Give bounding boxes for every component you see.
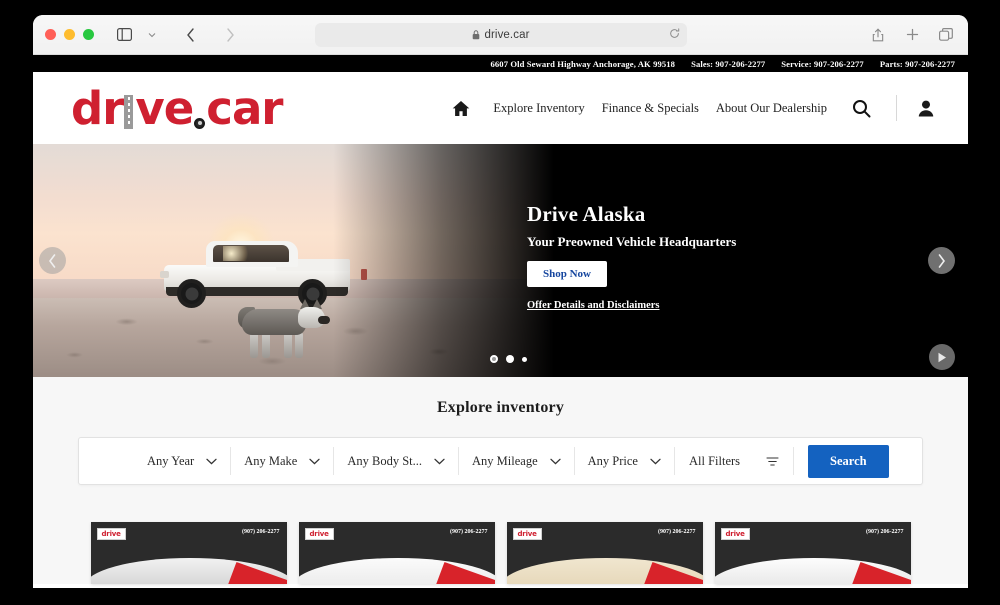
section-title: Explore inventory — [436, 399, 565, 416]
browser-window: drive.car 6607 Old Seward Highway Anchor… — [33, 15, 968, 588]
share-icon[interactable] — [866, 23, 890, 47]
hero-title: Drive Alaska — [527, 202, 646, 226]
lock-icon — [472, 29, 480, 40]
maximize-window-button[interactable] — [83, 29, 94, 40]
husky-dog — [238, 299, 330, 361]
hero-content: Drive Alaska Your Preowned Vehicle Headq… — [527, 202, 736, 311]
road-i-icon — [124, 94, 134, 129]
nav-item-about-dealership[interactable]: About Our Dealership — [716, 101, 827, 116]
close-window-button[interactable] — [45, 29, 56, 40]
main-navigation: Explore Inventory Finance & Specials Abo… — [452, 95, 934, 121]
search-icon[interactable] — [852, 99, 871, 118]
card-logo: drive — [720, 528, 750, 540]
logo-text-ve: ve — [135, 81, 194, 135]
chevron-left-icon — [49, 253, 56, 268]
dealer-info-bar: 6607 Old Seward Highway Anchorage, AK 99… — [33, 55, 968, 72]
hero-carousel: Drive Alaska Your Preowned Vehicle Headq… — [33, 144, 968, 377]
explore-inventory-section: Explore inventory Any Year Any Make Any … — [33, 377, 968, 506]
all-filters-button[interactable]: All Filters — [675, 447, 795, 475]
shop-now-button[interactable]: Shop Now — [527, 261, 607, 287]
card-phone: (907) 206-2277 — [242, 529, 280, 535]
filter-make[interactable]: Any Make — [231, 447, 335, 475]
reload-icon[interactable] — [669, 26, 680, 44]
chevron-down-icon — [650, 458, 661, 465]
chevron-down-icon — [206, 458, 217, 465]
navigation-controls — [112, 23, 242, 47]
sidebar-toggle-icon[interactable] — [112, 23, 136, 47]
filter-make-label: Any Make — [244, 453, 298, 468]
address-bar[interactable]: drive.car — [314, 22, 687, 47]
carousel-prev-button[interactable] — [39, 247, 66, 274]
service-phone[interactable]: Service: 907-206-2277 — [781, 59, 864, 69]
card-phone: (907) 206-2277 — [866, 529, 904, 535]
search-button[interactable]: Search — [808, 444, 889, 478]
carousel-dot-3[interactable] — [522, 356, 527, 362]
chevron-right-icon — [938, 253, 945, 268]
filter-year-label: Any Year — [147, 453, 195, 468]
nav-item-explore-inventory[interactable]: Explore Inventory — [493, 101, 584, 116]
filter-mileage[interactable]: Any Mileage — [459, 447, 575, 475]
chevron-down-icon — [309, 458, 321, 465]
toolbar-right-actions — [866, 23, 958, 47]
all-filters-label: All Filters — [688, 453, 741, 468]
chevron-down-icon — [434, 458, 445, 465]
card-logo: drive — [304, 528, 334, 540]
offer-disclaimer-link[interactable]: Offer Details and Disclaimers — [527, 300, 736, 311]
filter-mileage-label: Any Mileage — [472, 453, 538, 468]
filter-body-style[interactable]: Any Body St... — [334, 447, 460, 475]
sliders-icon — [766, 456, 779, 467]
browser-toolbar: drive.car — [33, 15, 968, 55]
vehicle-image: drive (907) 206-2277 — [714, 522, 911, 584]
vehicle-card-row: drive (907) 206-2277 drive (907) 206-227… — [33, 506, 968, 584]
parts-phone[interactable]: Parts: 907-206-2277 — [880, 59, 955, 69]
header-divider — [896, 95, 897, 121]
carousel-indicators — [490, 355, 527, 363]
chevron-down-icon — [549, 458, 561, 465]
site-header: dr ve car Explore Inventory Finance & Sp… — [33, 72, 968, 144]
filter-body-style-label: Any Body St... — [347, 453, 423, 468]
carousel-play-button[interactable] — [929, 344, 955, 370]
card-phone: (907) 206-2277 — [450, 529, 488, 535]
carousel-dot-1[interactable] — [490, 355, 498, 363]
screenshot-root: drive.car 6607 Old Seward Highway Anchor… — [0, 0, 1000, 605]
minimize-window-button[interactable] — [64, 29, 75, 40]
filter-price[interactable]: Any Price — [575, 447, 675, 475]
window-controls — [45, 29, 94, 40]
inventory-search-bar: Any Year Any Make Any Body St... Any Mil… — [78, 437, 923, 485]
hero-subtitle: Your Preowned Vehicle Headquarters — [527, 234, 737, 249]
filter-year[interactable]: Any Year — [79, 447, 232, 475]
person-icon[interactable] — [918, 100, 934, 117]
home-icon[interactable] — [452, 100, 470, 117]
logo-text-car: car — [206, 81, 283, 135]
card-phone: (907) 206-2277 — [658, 529, 696, 535]
vehicle-card[interactable]: drive (907) 206-2277 — [714, 522, 911, 584]
carousel-next-button[interactable] — [928, 247, 955, 274]
dealer-address: 6607 Old Seward Highway Anchorage, AK 99… — [490, 58, 676, 69]
nav-item-finance-specials[interactable]: Finance & Specials — [602, 101, 699, 116]
back-chevron-icon[interactable] — [178, 23, 202, 47]
sidebar-dropdown-icon[interactable] — [140, 23, 164, 47]
vehicle-card[interactable]: drive (907) 206-2277 — [506, 522, 703, 584]
vehicle-card[interactable]: drive (907) 206-2277 — [298, 522, 495, 584]
plus-icon[interactable] — [900, 23, 924, 47]
vehicle-image: drive (907) 206-2277 — [506, 522, 703, 584]
filter-price-label: Any Price — [587, 453, 638, 468]
vehicle-card[interactable]: drive (907) 206-2277 — [90, 522, 287, 584]
wheel-dot-icon — [194, 117, 206, 129]
carousel-dot-2[interactable] — [506, 355, 514, 363]
tab-overview-icon[interactable] — [934, 23, 958, 47]
card-logo: drive — [512, 528, 542, 540]
play-icon — [938, 352, 946, 362]
vehicle-image: drive (907) 206-2277 — [298, 522, 495, 584]
sales-phone[interactable]: Sales: 907-206-2277 — [691, 59, 765, 69]
vehicle-image: drive (907) 206-2277 — [90, 522, 287, 584]
logo-text-dr: dr — [71, 81, 124, 135]
web-page: 6607 Old Seward Highway Anchorage, AK 99… — [33, 55, 968, 588]
site-logo[interactable]: dr ve car — [71, 81, 284, 135]
forward-chevron-icon[interactable] — [218, 23, 242, 47]
url-text: drive.car — [484, 28, 530, 41]
card-logo: drive — [96, 528, 126, 540]
